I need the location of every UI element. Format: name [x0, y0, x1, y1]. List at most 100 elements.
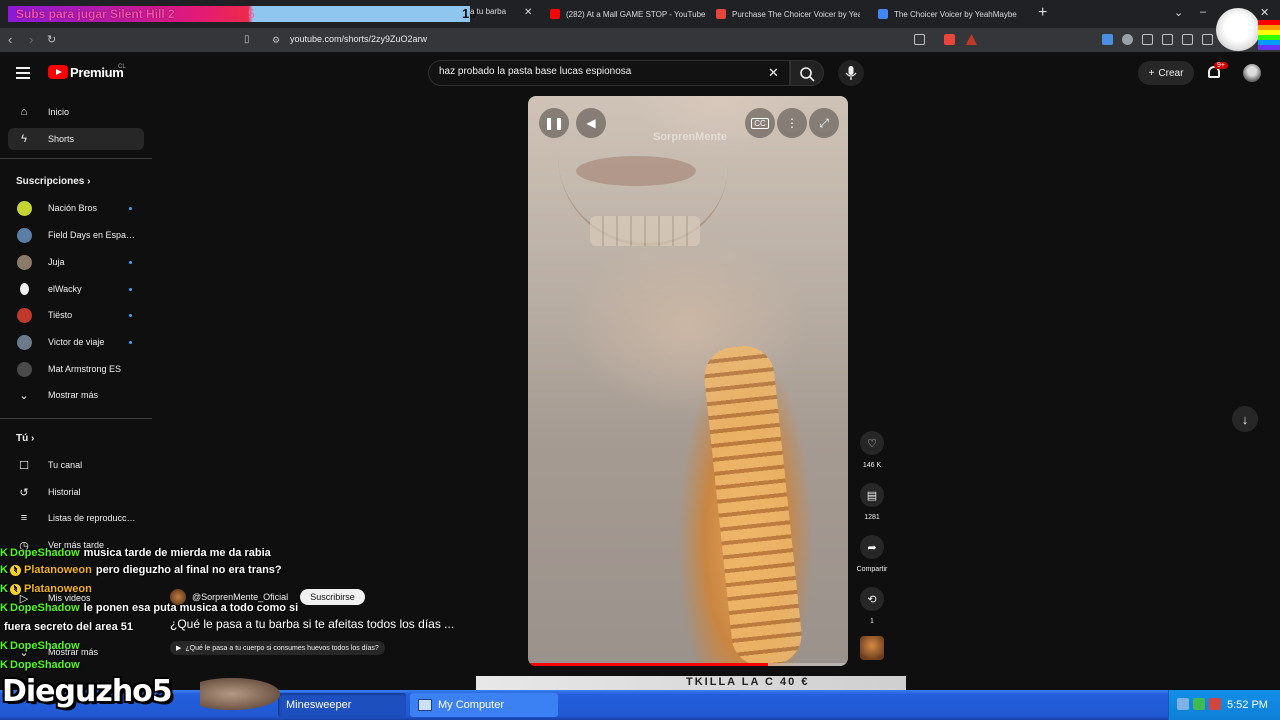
youtube-logo-icon[interactable]: [48, 65, 68, 79]
menu-icon[interactable]: [16, 67, 30, 79]
taskbar-item-my-computer[interactable]: My Computer: [410, 693, 558, 717]
region-code: CL: [118, 64, 126, 70]
wallet-icon[interactable]: [1202, 34, 1213, 45]
network-icon[interactable]: [1177, 698, 1189, 710]
clock[interactable]: 5:52 PM: [1227, 699, 1268, 711]
sidebar-item-subscription[interactable]: elWacky: [8, 278, 144, 300]
tab-close-icon[interactable]: ✕: [524, 7, 532, 18]
video-progress-bar[interactable]: [528, 663, 848, 666]
streamer-name: Dieguzho5: [2, 674, 173, 709]
sidebar-item-label: Inicio: [48, 107, 70, 117]
video-title[interactable]: ¿Qué le pasa a tu barba si te afeitas to…: [170, 617, 454, 631]
suggested-video-pill[interactable]: ▶ ¿Qué le pasa a tu cuerpo si consumes h…: [170, 641, 385, 655]
url-text[interactable]: youtube.com/shorts/2zy9ZuO2arw: [290, 34, 427, 44]
bookmark-icon[interactable]: ▯: [244, 34, 250, 45]
create-button[interactable]: + Crear: [1138, 61, 1194, 85]
new-content-dot: [129, 288, 132, 291]
search-box[interactable]: [428, 60, 790, 86]
shield-icon[interactable]: [1209, 698, 1221, 710]
sidebar-item-label: Tiësto: [48, 310, 73, 320]
subscriptions-heading[interactable]: Suscripciones ›: [16, 176, 90, 187]
voice-search-button[interactable]: [838, 60, 864, 86]
next-short-button[interactable]: ↓: [1232, 406, 1258, 432]
remix-button[interactable]: ⟲: [860, 587, 884, 611]
chevron-right-icon: ›: [87, 176, 91, 187]
fullscreen-button[interactable]: ⤢: [809, 108, 839, 138]
extension-gear-icon[interactable]: [1122, 34, 1133, 45]
volume-button[interactable]: ◀: [576, 108, 606, 138]
taskbar-item-label: My Computer: [438, 699, 505, 711]
reading-list-icon[interactable]: [1182, 34, 1193, 45]
mic-icon: [845, 66, 857, 80]
sound-thumbnail[interactable]: [860, 636, 884, 660]
captions-button[interactable]: CC: [745, 108, 775, 138]
tab-purchase-choicer[interactable]: Purchase The Choicer Voicer by YeahMaybe: [716, 4, 860, 24]
remix-count: 1: [870, 618, 874, 625]
account-avatar[interactable]: [1243, 64, 1261, 82]
tab-search-icon[interactable]: ⌄: [1174, 6, 1183, 19]
sidebar-item-subscription[interactable]: Nación Bros: [8, 197, 144, 219]
site-info-icon[interactable]: ⚙: [272, 35, 280, 46]
streamer-cat-image: [200, 678, 280, 710]
premium-label[interactable]: Premium: [70, 65, 124, 80]
tab-active-partial[interactable]: a tu barba: [470, 7, 506, 16]
cast-icon[interactable]: [914, 34, 925, 45]
sidebar-item-your-channel[interactable]: ☐ Tu canal: [8, 454, 144, 476]
sidebar-item-shorts[interactable]: ϟ Shorts: [8, 128, 144, 150]
video-progress-fill: [528, 663, 768, 666]
clear-search-icon[interactable]: ✕: [768, 65, 779, 81]
extensions-puzzle-icon[interactable]: [1142, 34, 1153, 45]
chat-message: K DopeShadow: [0, 638, 84, 654]
sidebar-item-history[interactable]: ↺ Historial: [8, 481, 144, 503]
address-bar: ‹ › ↻ ▯ ⚙ youtube.com/shorts/2zy9ZuO2arw: [0, 28, 1280, 52]
plus-icon: +: [1148, 67, 1155, 79]
search-button[interactable]: [790, 60, 824, 86]
search-input[interactable]: [439, 66, 759, 77]
sidebar-item-home[interactable]: ⌂ Inicio: [8, 101, 144, 123]
sidebar-item-label: elWacky: [48, 284, 82, 294]
extension-brave-icon[interactable]: [944, 34, 955, 45]
shorts-video-player[interactable]: ❚❚ ◀ SorprenMente CC ⋮ ⤢: [528, 96, 848, 666]
chevron-right-icon: ›: [31, 433, 35, 444]
forward-icon[interactable]: ›: [29, 32, 33, 47]
chat-message: K DopeShadow: [0, 657, 84, 673]
sidebar-item-subscription[interactable]: Victor de viaje: [8, 331, 144, 353]
minimize-icon[interactable]: –: [1200, 6, 1206, 18]
chevron-down-icon: ⌄: [19, 389, 29, 402]
comment-count: 1281: [864, 514, 880, 521]
tab-choicer-voicer[interactable]: The Choicer Voicer by YeahMaybe: [878, 4, 1028, 24]
like-button[interactable]: ♡: [860, 431, 884, 455]
sidebar-item-label: Victor de viaje: [48, 337, 105, 347]
extension-audio-icon[interactable]: [1102, 34, 1113, 45]
sidebar-item-subscription[interactable]: Tiësto: [8, 304, 144, 326]
channel-avatar: [17, 227, 32, 243]
share-button[interactable]: ➦: [860, 535, 884, 559]
screen: Subs para jugar Silent Hill 2 5 10 a tu …: [0, 0, 1280, 720]
reload-icon[interactable]: ↻: [47, 33, 56, 46]
sidebar-item-playlists[interactable]: ≡ Listas de reproducc…: [8, 507, 144, 529]
extension-alert-icon[interactable]: [966, 34, 977, 45]
close-window-icon[interactable]: ✕: [1260, 6, 1269, 19]
sub-badge-icon: !: [10, 564, 21, 576]
tab-gamestop[interactable]: (282) At a Mall GAME STOP - YouTube: [550, 4, 710, 24]
taskbar-item-minesweeper[interactable]: Minesweeper: [278, 693, 406, 717]
sidebar-item-subscription[interactable]: Mat Armstrong ES: [8, 358, 144, 380]
comments-button[interactable]: ▤: [860, 483, 884, 507]
sidebar-item-subscription[interactable]: Juja: [8, 251, 144, 273]
subscribe-button[interactable]: Suscribirse: [300, 589, 365, 605]
sidebar-item-label: Mat Armstrong ES: [48, 364, 122, 374]
heart-icon: ♡: [867, 437, 877, 450]
media-control-icon[interactable]: [1162, 34, 1173, 45]
back-icon[interactable]: ‹: [8, 32, 12, 47]
kick-badge-icon: K: [0, 547, 8, 559]
chat-username: DopeShadow: [10, 602, 80, 614]
youtube-favicon-icon: [550, 9, 560, 19]
you-heading[interactable]: Tú ›: [16, 433, 34, 444]
security-icon[interactable]: [1193, 698, 1205, 710]
more-vertical-icon: ⋮: [786, 116, 798, 130]
new-tab-icon[interactable]: +: [1038, 4, 1047, 22]
pause-button[interactable]: ❚❚: [539, 108, 569, 138]
more-options-button[interactable]: ⋮: [777, 108, 807, 138]
sidebar-show-more[interactable]: ⌄ Mostrar más: [8, 384, 144, 406]
sidebar-item-subscription[interactable]: Field Days en Espa…: [8, 224, 144, 246]
